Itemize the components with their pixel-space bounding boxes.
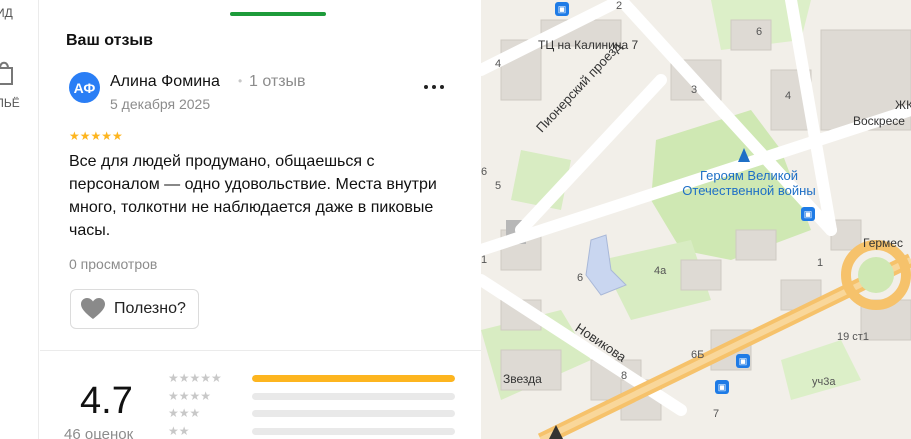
map-label-8: 8 [621, 370, 628, 382]
rating-bar [252, 428, 455, 435]
author-review-count[interactable]: 1 отзыв [249, 73, 306, 91]
map-label-zvezda[interactable]: Звезда [503, 372, 542, 386]
rating-bar-fill [252, 375, 455, 382]
bus-stop-icon[interactable]: ▣ [555, 2, 569, 16]
map-label-1: 1 [817, 257, 824, 269]
map-label-2: 2 [616, 0, 623, 12]
map-label-6x: 6 [481, 166, 488, 178]
bag-icon[interactable] [0, 58, 14, 86]
rating-bar [252, 410, 455, 417]
map-label-19: 19 ст1 [837, 331, 869, 343]
map-label-1b: 1 [481, 254, 488, 266]
map-label-uch: уч3а [812, 376, 836, 388]
rating-bar [252, 393, 455, 400]
heart-icon [81, 298, 105, 319]
app-window: ИД ЛЬЁ Ваш отзыв АФ Алина Фомина • 1 отз… [0, 0, 911, 439]
rating-row-stars: ★★★ [168, 406, 201, 420]
map-label-4a: 4а [654, 265, 667, 277]
rating-row-stars: ★★ [168, 424, 190, 438]
rating-row-stars: ★★★★★ [168, 371, 222, 385]
map-label-3: 3 [691, 84, 698, 96]
more-dots-icon[interactable] [424, 80, 448, 94]
useful-button[interactable]: Полезно? [70, 289, 199, 329]
divider [40, 350, 481, 351]
map-label-4: 4 [495, 58, 502, 70]
active-tab-indicator [230, 12, 326, 16]
map-label-voskres[interactable]: Воскресе [853, 114, 905, 128]
map-label-4b: 4 [785, 90, 792, 102]
map-canvas [481, 0, 911, 439]
map-label-7: 7 [713, 408, 720, 420]
review-panel: Ваш отзыв АФ Алина Фомина • 1 отзыв 5 де… [40, 0, 481, 439]
separator-dot: • [238, 74, 243, 88]
left-rail: ИД ЛЬЁ [0, 0, 39, 439]
rating-bar [252, 375, 455, 382]
views-count: 0 просмотров [69, 256, 158, 272]
map-label-heroes[interactable]: Героям Великой Отечественной войны [669, 168, 829, 198]
rating-score: 4.7 [80, 380, 133, 422]
author-name[interactable]: Алина Фомина [110, 73, 220, 91]
map-label-6c: 6 [756, 26, 763, 38]
review-stars: ★★★★★ [69, 129, 123, 143]
avatar[interactable]: АФ [69, 72, 100, 103]
map-label-zhk[interactable]: ЖК [895, 98, 911, 112]
rail-top-text: ИД [0, 6, 13, 20]
bus-stop-icon[interactable]: ▣ [736, 354, 750, 368]
map-label-germes[interactable]: Гермес [863, 236, 903, 250]
map-label-5: 5 [495, 180, 502, 192]
map[interactable]: ТЦ на Калинина 7 Пионерский проезд Героя… [481, 0, 911, 439]
rail-bottom-text: ЛЬЁ [0, 96, 20, 110]
section-title: Ваш отзыв [66, 32, 153, 49]
review-date: 5 декабря 2025 [110, 96, 211, 112]
map-label-6b: 6Б [691, 349, 705, 361]
map-label-6: 6 [577, 272, 584, 284]
bus-stop-icon[interactable]: ▣ [801, 207, 815, 221]
useful-label: Полезно? [114, 300, 186, 317]
bus-stop-icon[interactable]: ▣ [715, 380, 729, 394]
rating-row-stars: ★★★★ [168, 389, 212, 403]
review-text: Все для людей продумано, общаешься с пер… [69, 153, 437, 239]
rating-count: 46 оценок [64, 426, 134, 439]
